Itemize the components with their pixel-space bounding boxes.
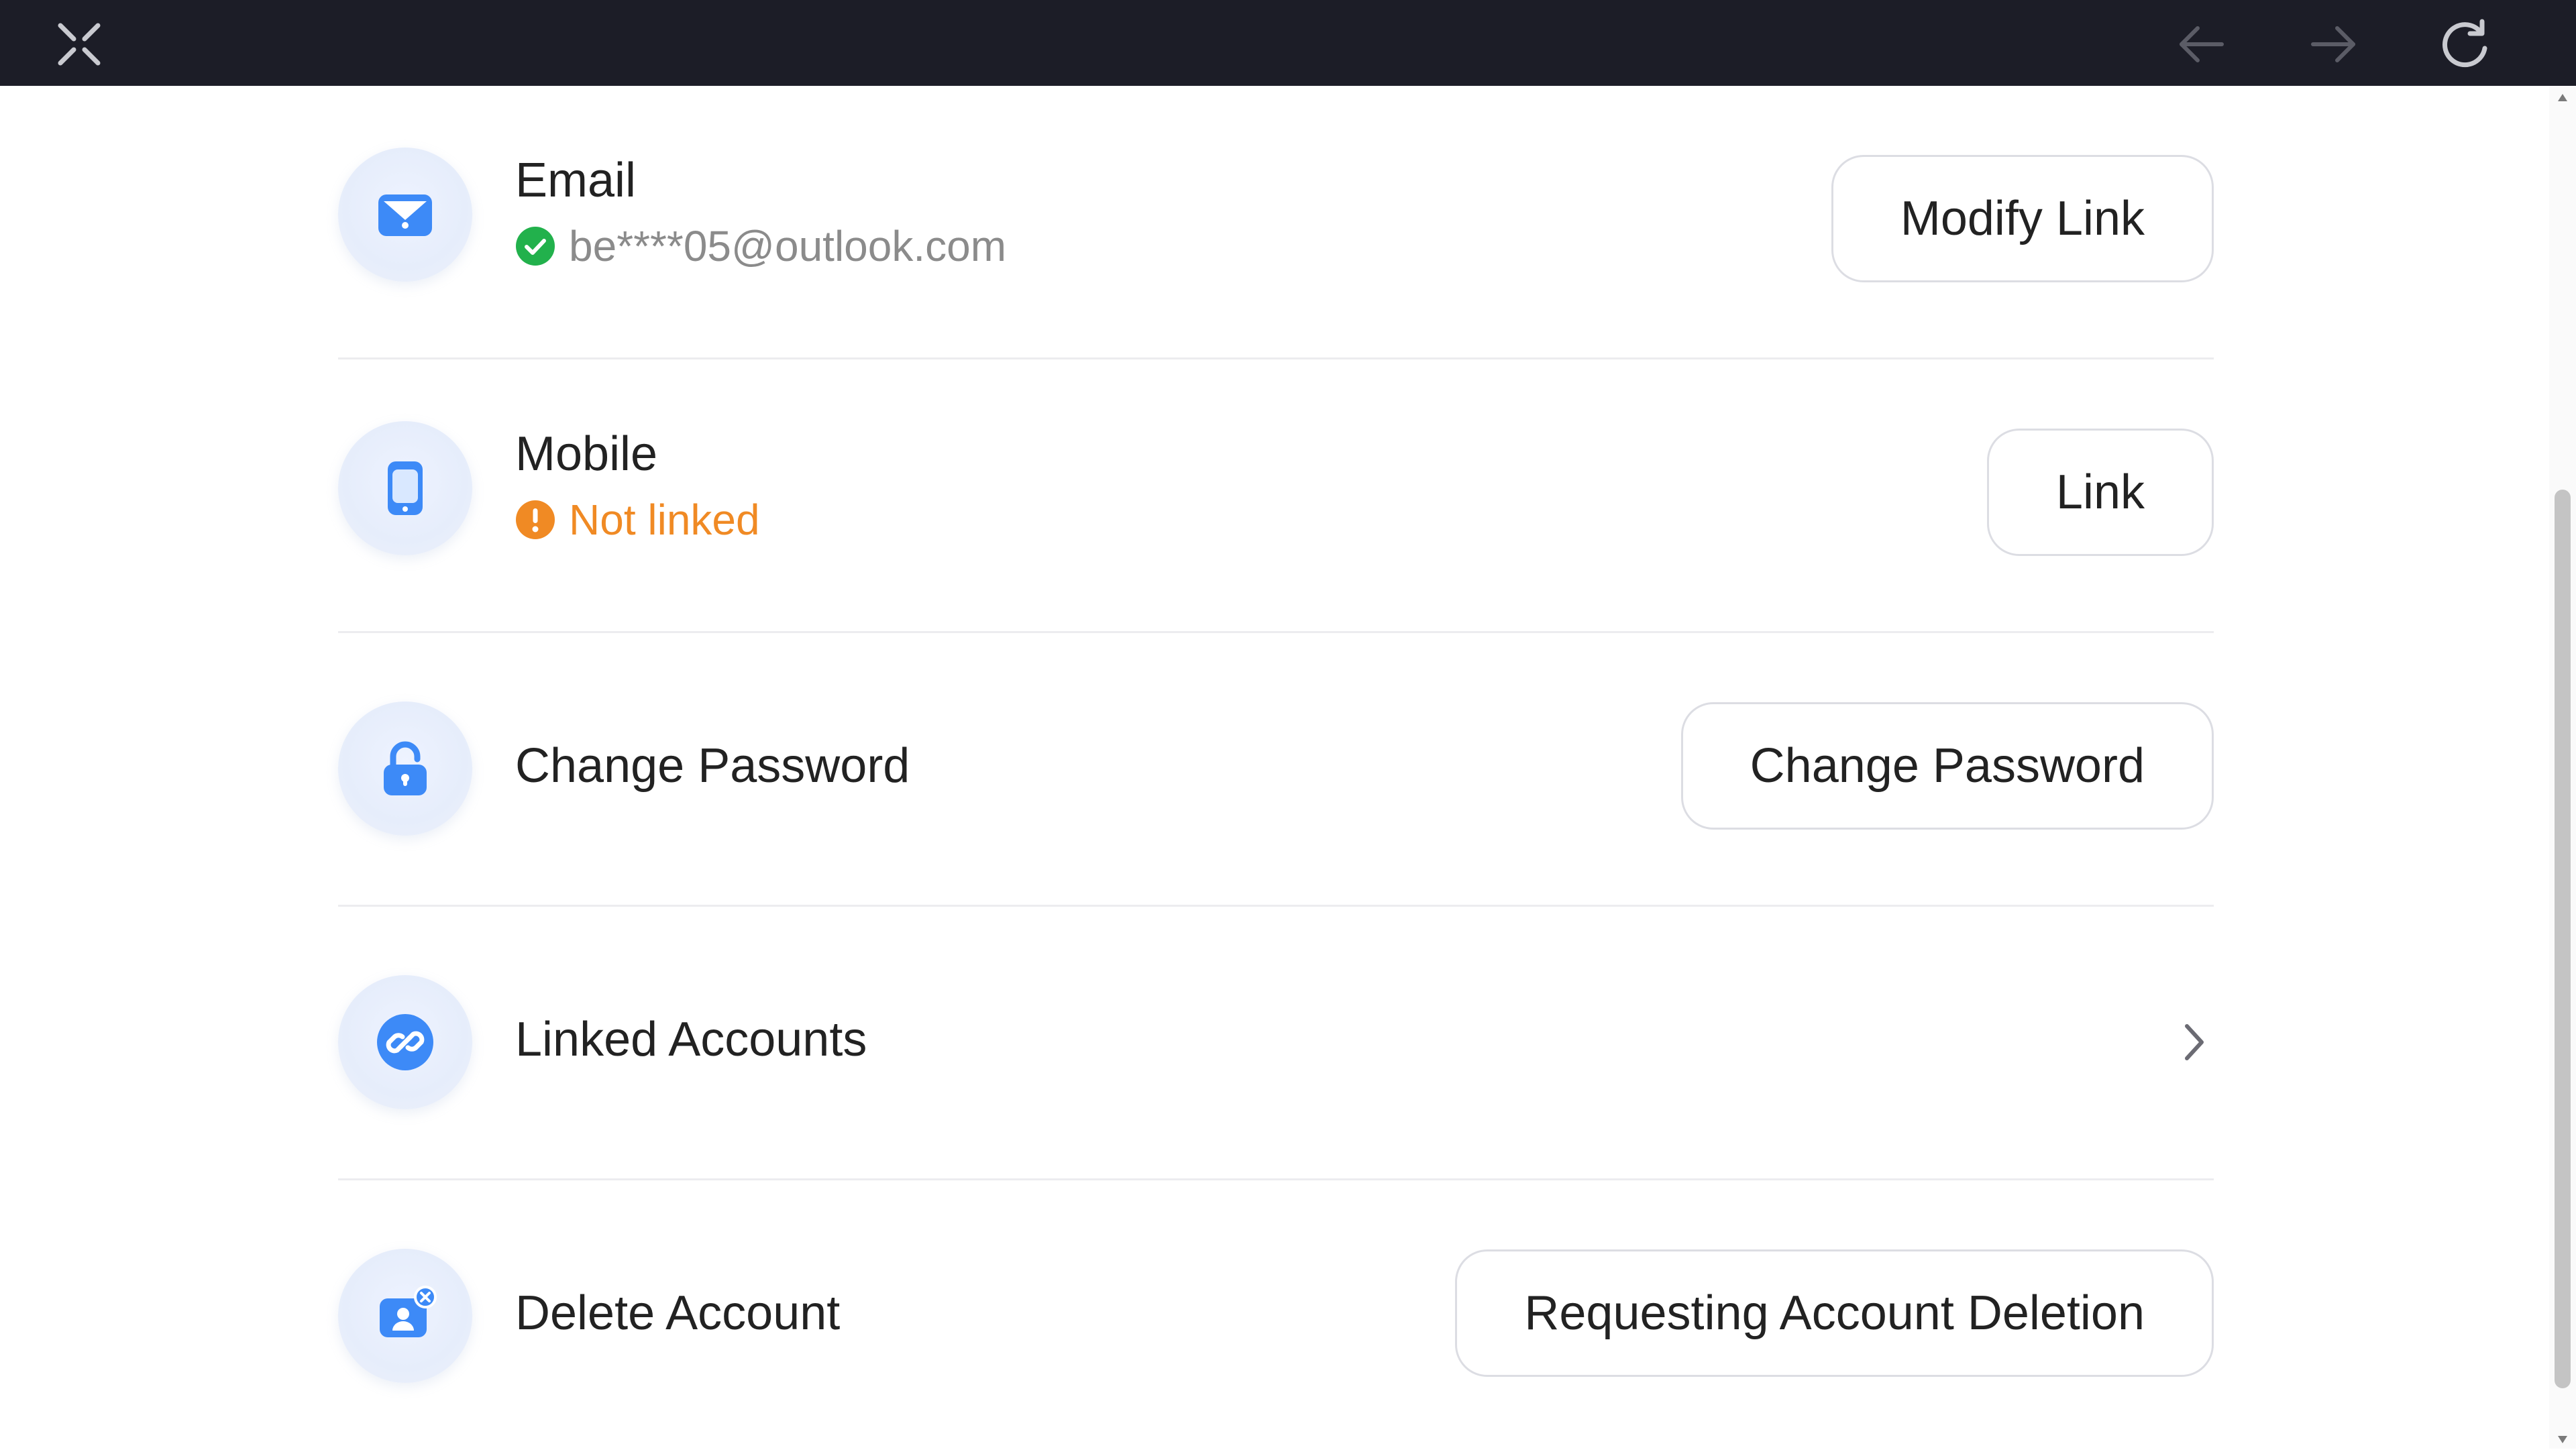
mobile-status-text: Not linked: [569, 496, 760, 544]
row-title: Delete Account: [515, 1286, 841, 1340]
row-title: Email: [515, 154, 637, 207]
change-password-button[interactable]: Change Password: [1680, 702, 2214, 830]
scrollbar-thumb[interactable]: [2555, 490, 2571, 1388]
check-circle-icon: [515, 226, 555, 266]
row-title: Mobile: [515, 427, 658, 481]
email-status: be****05@outlook.com: [515, 221, 1006, 271]
account-security-panel: Email be****05@outlook.com Modify Link M…: [0, 86, 2549, 1449]
link-button[interactable]: Link: [1986, 429, 2214, 556]
modify-link-button[interactable]: Modify Link: [1831, 155, 2214, 282]
reload-icon[interactable]: [2438, 16, 2494, 72]
mobile-icon: [338, 421, 472, 555]
row-title: Change Password: [515, 739, 910, 793]
row-title: Linked Accounts: [515, 1013, 867, 1066]
delete-account-row: Delete Account Requesting Account Deleti…: [338, 1180, 2214, 1454]
change-password-row: Change Password Change Password: [338, 633, 2214, 907]
warning-circle-icon: [515, 500, 555, 540]
delete-account-icon: [338, 1249, 472, 1383]
chevron-right-icon[interactable]: [2174, 1015, 2214, 1069]
mobile-status: Not linked: [515, 495, 760, 545]
link-icon: [338, 975, 472, 1109]
arrow-left-icon[interactable]: [2174, 16, 2230, 72]
scroll-up-arrow-icon[interactable]: [2556, 91, 2569, 105]
top-toolbar: [0, 0, 2576, 86]
arrow-right-icon[interactable]: [2305, 16, 2361, 72]
mobile-row: Mobile Not linked Link: [338, 359, 2214, 633]
email-row: Email be****05@outlook.com Modify Link: [338, 86, 2214, 359]
close-icon[interactable]: [51, 16, 107, 72]
scroll-down-arrow-icon[interactable]: [2556, 1433, 2569, 1446]
email-icon: [338, 148, 472, 282]
email-address: be****05@outlook.com: [569, 222, 1007, 270]
request-account-deletion-button[interactable]: Requesting Account Deletion: [1455, 1249, 2214, 1377]
linked-accounts-row[interactable]: Linked Accounts: [338, 907, 2214, 1180]
lock-icon: [338, 702, 472, 836]
